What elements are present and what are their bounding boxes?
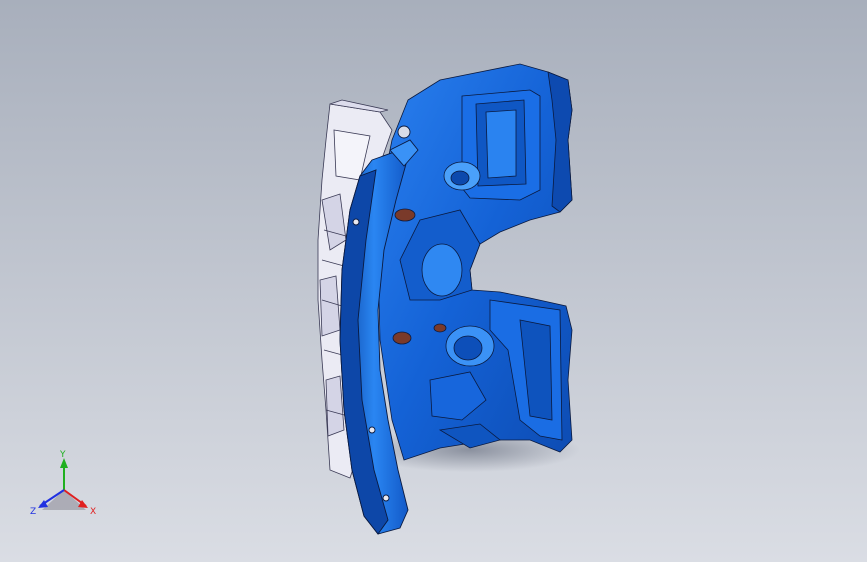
z-axis-label: Z	[30, 507, 36, 517]
orientation-triad[interactable]: Y X Z	[24, 448, 104, 528]
x-axis-label: X	[90, 507, 96, 517]
graphics-viewport[interactable]: Y X Z	[0, 0, 867, 562]
cad-scene[interactable]	[0, 0, 867, 562]
y-axis-label: Y	[59, 450, 66, 460]
